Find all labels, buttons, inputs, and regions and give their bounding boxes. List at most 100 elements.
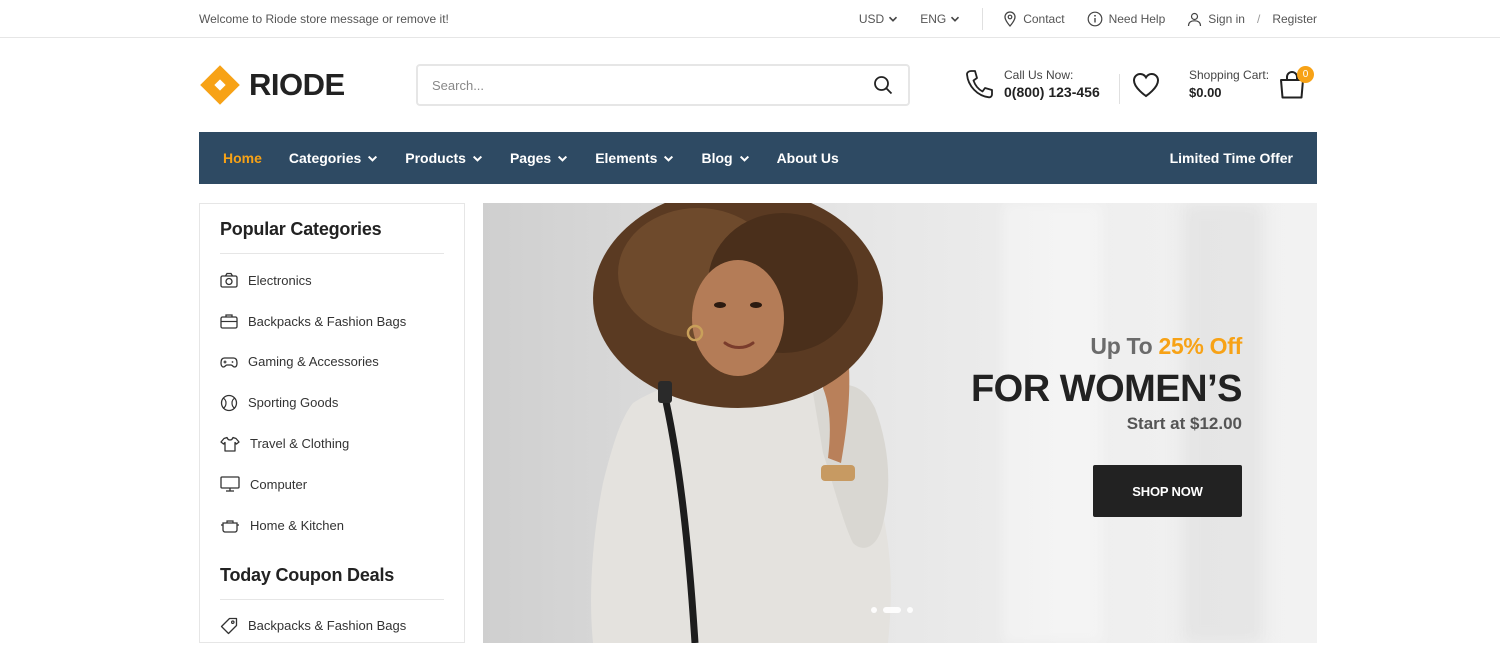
category-label: Sporting Goods: [248, 395, 339, 411]
camera-icon: [220, 273, 238, 289]
auth-separator: /: [1256, 12, 1261, 26]
limited-time-offer-link[interactable]: Limited Time Offer: [1170, 150, 1293, 166]
welcome-message: Welcome to Riode store message or remove…: [199, 12, 449, 26]
monitor-icon: [220, 476, 240, 493]
call-us[interactable]: Call Us Now: 0(800) 123-456: [964, 68, 1100, 100]
cart-label: Shopping Cart:: [1189, 68, 1270, 82]
main-nav: Home Categories Products Pages Elements …: [199, 132, 1317, 184]
call-label: Call Us Now:: [1004, 68, 1074, 82]
auth-links: Sign in / Register: [1187, 12, 1317, 27]
cart-count-badge: 0: [1297, 66, 1315, 83]
coupon-deals-title: Today Coupon Deals: [220, 550, 444, 600]
logo-icon: [200, 65, 240, 105]
nav-label: About Us: [776, 150, 839, 166]
chevron-down-icon: [368, 155, 378, 162]
coupon-list: Backpacks & Fashion Bags: [220, 600, 444, 646]
category-label: Computer: [250, 476, 308, 492]
banner-discount-prefix: Up To: [1090, 333, 1153, 359]
logo[interactable]: RIODE: [199, 64, 345, 106]
topbar-divider: [982, 8, 984, 30]
shirt-icon: [220, 436, 240, 452]
nav-label: Categories: [288, 150, 362, 166]
category-label: Electronics: [248, 272, 312, 288]
banner-title: FOR WOMEN’S: [970, 368, 1243, 410]
phone-icon: [966, 70, 993, 99]
banner-discount: Up To 25% Off: [971, 333, 1242, 360]
category-sidebar: Popular Categories Electronics Backpacks…: [199, 203, 465, 643]
category-label: Home & Kitchen: [250, 517, 344, 533]
slider-dot-active[interactable]: [883, 607, 901, 613]
nav-label: Pages: [509, 150, 552, 166]
heart-icon: [1132, 72, 1160, 98]
header: RIODE Call Us Now: 0(800) 123-456 Shoppi…: [0, 38, 1500, 132]
search-icon: [874, 76, 893, 95]
hero-banner: Up To 25% Off FOR WOMEN’S Start at $12.0…: [483, 203, 1317, 643]
category-label: Gaming & Accessories: [248, 354, 379, 370]
coupon-item-backpacks[interactable]: Backpacks & Fashion Bags: [220, 606, 444, 646]
signin-link[interactable]: Sign in: [1208, 12, 1245, 26]
chevron-down-icon: [558, 155, 568, 162]
info-icon: [1087, 11, 1102, 27]
contact-link[interactable]: Contact: [1003, 11, 1065, 27]
cart-icon-wrap: 0: [1277, 66, 1315, 105]
category-item-backpacks[interactable]: Backpacks & Fashion Bags: [220, 301, 444, 342]
nav-item-pages[interactable]: Pages: [510, 150, 568, 166]
coupon-label: Backpacks & Fashion Bags: [248, 618, 407, 634]
nav-label: Home: [223, 150, 262, 166]
gamepad-icon: [220, 357, 238, 368]
nav-item-home[interactable]: Home: [223, 150, 262, 166]
chevron-down-icon: [889, 16, 898, 22]
contact-label: Contact: [1023, 12, 1065, 26]
header-divider: [1119, 74, 1120, 104]
search-box: [416, 64, 910, 106]
nav-item-elements[interactable]: Elements: [595, 150, 674, 166]
category-item-home-kitchen[interactable]: Home & Kitchen: [220, 505, 444, 546]
map-pin-icon: [1004, 11, 1016, 27]
wishlist-button[interactable]: [1132, 72, 1160, 103]
bag-icon: [220, 314, 238, 329]
category-item-sporting[interactable]: Sporting Goods: [220, 382, 444, 423]
tag-icon: [220, 617, 238, 635]
category-label: Travel & Clothing: [250, 436, 350, 452]
nav-label: Blog: [701, 150, 733, 166]
language-label: ENG: [920, 12, 947, 26]
top-bar: Welcome to Riode store message or remove…: [0, 0, 1500, 38]
banner-copy: Up To 25% Off FOR WOMEN’S Start at $12.0…: [970, 333, 1243, 434]
slider-dot[interactable]: [907, 607, 913, 613]
shop-now-button[interactable]: SHOP NOW: [1093, 465, 1242, 517]
chevron-down-icon: [739, 155, 749, 162]
category-label: Backpacks & Fashion Bags: [248, 313, 407, 329]
nav-label: Elements: [595, 150, 658, 166]
currency-label: USD: [858, 12, 885, 26]
language-selector[interactable]: ENG: [920, 12, 960, 26]
nav-item-about-us[interactable]: About Us: [777, 150, 839, 166]
currency-selector[interactable]: USD: [859, 12, 898, 26]
slider-dot[interactable]: [871, 607, 877, 613]
search-input[interactable]: [418, 66, 858, 104]
category-item-gaming[interactable]: Gaming & Accessories: [220, 342, 444, 383]
category-list: Electronics Backpacks & Fashion Bags Gam…: [220, 254, 444, 546]
nav-item-categories[interactable]: Categories: [289, 150, 378, 166]
category-item-travel[interactable]: Travel & Clothing: [220, 423, 444, 464]
slider-dots: [871, 607, 913, 613]
banner-subtitle: Start at $12.00: [1126, 414, 1242, 433]
category-item-electronics[interactable]: Electronics: [220, 260, 444, 301]
user-icon: [1188, 12, 1202, 26]
pot-icon: [221, 520, 239, 533]
category-item-computer[interactable]: Computer: [220, 464, 444, 505]
search-button[interactable]: [858, 66, 908, 104]
ball-icon: [220, 394, 238, 411]
chevron-down-icon: [472, 155, 483, 162]
nav-item-blog[interactable]: Blog: [701, 150, 749, 166]
nav-item-products[interactable]: Products: [405, 150, 483, 166]
help-link[interactable]: Need Help: [1087, 11, 1166, 27]
shopping-cart[interactable]: Shopping Cart: $0.00 0: [1189, 66, 1315, 105]
chevron-down-icon: [664, 155, 674, 162]
popular-categories-title: Popular Categories: [220, 204, 444, 254]
chevron-down-icon: [951, 16, 960, 22]
register-link[interactable]: Register: [1272, 12, 1317, 26]
logo-text: RIODE: [249, 67, 345, 102]
help-label: Need Help: [1108, 12, 1166, 26]
banner-discount-highlight: 25% Off: [1158, 333, 1242, 359]
call-number: 0(800) 123-456: [1004, 84, 1100, 100]
